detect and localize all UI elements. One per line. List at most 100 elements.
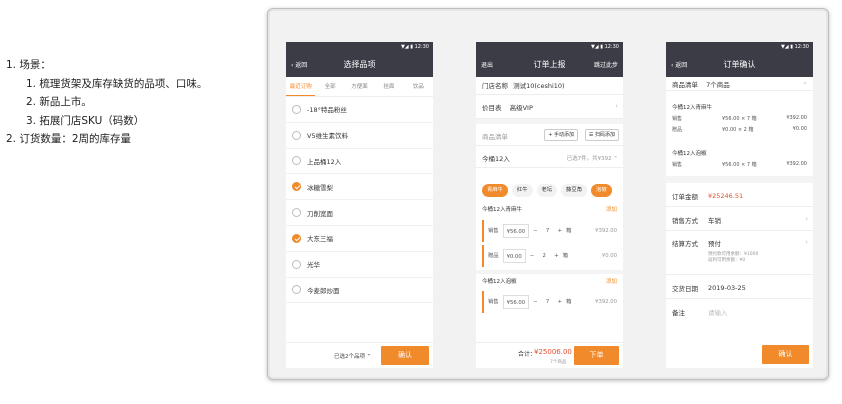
date-label: 交货日期 <box>672 285 698 293</box>
remark-row: 备注 请输入 <box>666 299 813 323</box>
total-value: ¥25006.00 <box>534 348 572 356</box>
list-item[interactable]: 大东三福 <box>286 226 433 252</box>
quantity-value[interactable]: 7 <box>542 295 554 309</box>
add-link[interactable]: 添加 <box>606 277 617 285</box>
line-total: ¥392.00 <box>595 228 617 234</box>
scan-add-label: 扫码添加 <box>594 132 615 138</box>
line-total: ¥392.00 <box>595 299 617 305</box>
settle-method-row[interactable]: 结算方式 预付 预付款可用余额：¥1000 返利可用余额：¥0 › <box>666 231 813 275</box>
manual-add-button[interactable]: + 手动添加 <box>544 129 578 141</box>
store-row: 门店名称 测试10(ceshi10) <box>476 77 623 95</box>
remark-label: 备注 <box>672 309 685 317</box>
line-type: 销售 <box>488 228 499 234</box>
price-list-row[interactable]: 价目表 高级VIP › <box>476 95 623 119</box>
list-item[interactable]: V5维生素饮料 <box>286 123 433 149</box>
list-item[interactable]: 光华 <box>286 252 433 278</box>
item-label: V5维生素饮料 <box>307 132 349 141</box>
quantity-value[interactable]: 2 <box>538 249 550 263</box>
unit: 箱 <box>566 228 572 234</box>
goods-list-row[interactable]: 商品清单 7个商品 ⌄ <box>666 77 813 91</box>
minus-icon[interactable]: − <box>530 249 534 263</box>
line-item: 销售 ¥56.00 − 7 + 箱 ¥392.00 <box>482 220 617 242</box>
checked-radio-icon[interactable] <box>292 182 301 192</box>
mockup-frame: ▼◢ ▮ 12:30 ‹ 返回 选择品项 最近订购 全部 方便面 挂面 饮品 -… <box>267 8 829 380</box>
price-input[interactable]: ¥56.00 <box>502 295 530 309</box>
plus-icon[interactable]: + <box>554 249 558 263</box>
price-input[interactable]: ¥56.00 <box>502 224 530 238</box>
unit: 箱 <box>566 299 572 305</box>
status-icons: ▼◢ ▮ <box>780 44 793 50</box>
radio-icon[interactable] <box>292 130 301 140</box>
chip[interactable]: 红牛 <box>511 184 533 197</box>
confirm-button[interactable]: 确认 <box>762 345 809 364</box>
list-label: 商品清单 <box>482 133 508 141</box>
radio-icon[interactable] <box>292 156 301 166</box>
tab-recent[interactable]: 最近订购 <box>286 77 316 96</box>
group-row[interactable]: 今桶12入 已选7件，共¥392 ⌃ <box>476 146 623 168</box>
tab-all[interactable]: 全部 <box>315 77 344 96</box>
group-info: 已选7件，共¥392 ⌃ <box>566 156 618 162</box>
radio-icon[interactable] <box>292 104 301 114</box>
chevron-right-icon: › <box>615 102 618 110</box>
note-item: 1. 场景： <box>6 59 51 71</box>
radio-icon[interactable] <box>292 259 301 269</box>
scan-add-button[interactable]: ☰ 扫码添加 <box>584 129 619 141</box>
list-item[interactable]: -18°特品粉丝 <box>286 97 433 123</box>
tab-noodle[interactable]: 挂面 <box>374 77 403 96</box>
remark-input[interactable]: 请输入 <box>708 307 728 317</box>
note-subitem: 1. 梳理货架及库存缺货的品项、口味。 <box>26 77 208 90</box>
settle-note: 返利可用余额：¥0 <box>708 258 746 263</box>
amount-row: 订单金额 ¥25246.51 <box>666 183 813 207</box>
delivery-date-row[interactable]: 交货日期 2019-03-25 <box>666 275 813 299</box>
line-detail: ¥0.00 × 2 箱 <box>722 127 754 133</box>
line-detail: ¥56.00 × 7 箱 <box>722 116 757 122</box>
selected-count[interactable]: 已选2个品项 ⌃ <box>334 352 371 360</box>
status-icons: ▼◢ ▮ <box>590 44 603 50</box>
place-order-button[interactable]: 下单 <box>574 346 619 365</box>
list-item[interactable]: 上品桶12入 <box>286 149 433 175</box>
product-list-header: 商品清单 + 手动添加 ☰ 扫码添加 <box>476 124 623 146</box>
product-list: -18°特品粉丝 V5维生素饮料 上品桶12入 冰糖雪梨 刀削宽面 大东三福 光… <box>286 97 433 304</box>
status-bar: ▼◢ ▮ 12:30 <box>476 42 623 52</box>
radio-icon[interactable] <box>292 285 301 295</box>
store-value: 测试10(ceshi10) <box>513 82 565 90</box>
skip-button[interactable]: 跳过此步 <box>594 60 618 69</box>
confirm-button[interactable]: 确认 <box>381 346 429 365</box>
line-detail: ¥56.00 × 7 箱 <box>722 162 757 168</box>
list-item[interactable]: 刀削宽面 <box>286 200 433 226</box>
amount-label: 订单金额 <box>672 193 698 201</box>
item-label: 光华 <box>307 261 320 270</box>
minus-icon[interactable]: − <box>533 295 537 309</box>
sale-method-row[interactable]: 销售方式 车销 › <box>666 207 813 231</box>
chip[interactable]: 青麻牛 <box>482 184 508 197</box>
note-subitem: 2. 新品上市。 <box>26 96 92 108</box>
chip[interactable]: 老坛 <box>536 184 558 197</box>
plus-icon[interactable]: + <box>558 224 562 238</box>
item-label: 上品桶12入 <box>307 157 342 166</box>
note-subitem: 3. 拓展门店SKU（码数） <box>26 114 145 127</box>
list-item[interactable]: 冰糖雪梨 <box>286 174 433 201</box>
quantity-value[interactable]: 7 <box>542 224 554 238</box>
radio-icon[interactable] <box>292 208 301 218</box>
checked-radio-icon[interactable] <box>292 233 301 243</box>
phone-order-report: ▼◢ ▮ 12:30 退出 订单上报 跳过此步 门店名称 测试10(ceshi1… <box>476 42 623 368</box>
nav-bar: 退出 订单上报 跳过此步 <box>476 52 623 77</box>
goods-line: 赠品 ¥0.00 × 2 箱 ¥0.00 <box>672 126 807 137</box>
chevron-down-icon: ⌄ <box>802 78 808 86</box>
minus-icon[interactable]: − <box>533 224 537 238</box>
line-type: 销售 <box>488 299 499 305</box>
line-type: 销售 <box>672 116 683 122</box>
price-input[interactable]: ¥0.00 <box>502 249 526 263</box>
subgroup-title: 今桶12入青麻牛 <box>482 207 522 213</box>
flavor-chips: 青麻牛 红牛 老坛 藤豆角 泡椒 <box>476 168 623 203</box>
chip[interactable]: 泡椒 <box>591 184 612 197</box>
tab-drinks[interactable]: 饮品 <box>404 77 433 96</box>
chip[interactable]: 藤豆角 <box>561 184 588 197</box>
add-link[interactable]: 添加 <box>606 205 617 213</box>
list-item[interactable]: 今麦郎炒面 <box>286 278 433 304</box>
sale-label: 销售方式 <box>672 217 698 225</box>
price-label: 价目表 <box>482 104 502 112</box>
plus-icon[interactable]: + <box>558 295 562 309</box>
item-label: -18°特品粉丝 <box>307 106 347 115</box>
tab-instant-noodle[interactable]: 方便面 <box>345 77 374 96</box>
